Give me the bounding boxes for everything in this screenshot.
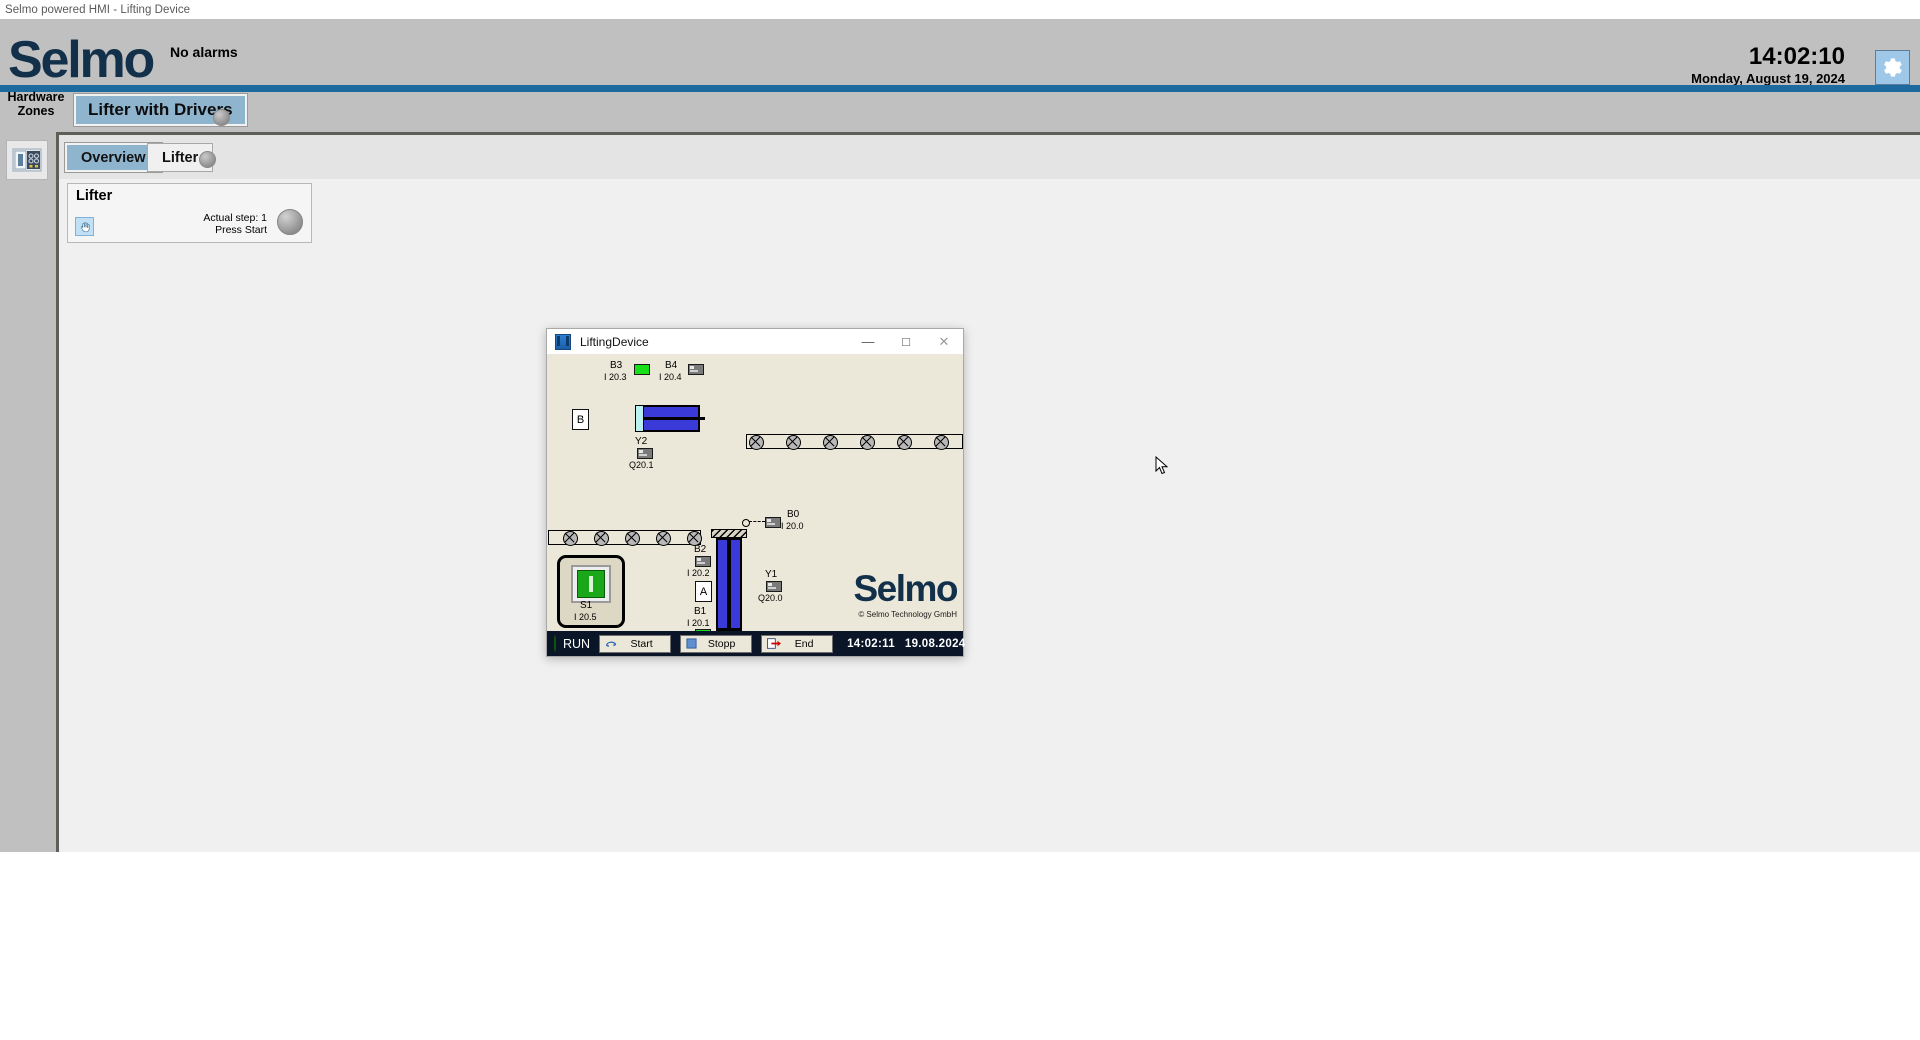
signal-address-s1: I 20.5 <box>574 612 597 622</box>
sim-clock-date: 19.08.2024 <box>904 637 966 650</box>
sim-window-title: LiftingDevice <box>580 334 649 349</box>
signal-label-b3: B3 <box>610 360 623 371</box>
signal-label-b0: B0 <box>787 509 800 520</box>
sensor-indicator-b4 <box>688 364 704 375</box>
signal-label-s1: S1 <box>580 600 593 611</box>
sim-start-label: Start <box>630 637 653 650</box>
run-label: RUN <box>563 636 591 651</box>
cylinder-label-b: B <box>572 409 589 430</box>
signal-address-y2: Q20.1 <box>629 460 654 470</box>
valve-indicator-y2 <box>637 448 653 459</box>
lifter-actual-step: Actual step: 1 <box>203 212 267 224</box>
signal-address-y1: Q20.0 <box>758 593 783 603</box>
cylinder-b-rod <box>643 417 705 420</box>
sim-stop-label: Stopp <box>707 637 736 650</box>
sim-end-label: End <box>794 637 814 650</box>
stop-icon <box>686 638 697 649</box>
header-clock-date: Monday, August 19, 2024 <box>1691 71 1845 86</box>
start-button-lamp <box>577 570 605 598</box>
lifter-card-title: Lifter <box>76 188 113 204</box>
lifter-status-indicator <box>277 209 303 235</box>
exit-icon <box>767 638 782 649</box>
sim-clock-time: 14:02:11 <box>847 637 895 650</box>
sensor-indicator-b2 <box>695 556 711 567</box>
app-icon <box>555 333 571 350</box>
roller <box>594 531 609 546</box>
maximize-button[interactable]: □ <box>887 329 925 354</box>
start-button-bezel <box>571 565 611 603</box>
signal-address-b1: I 20.1 <box>687 618 710 628</box>
lift-platform <box>711 529 747 538</box>
hardware-panel-icon <box>12 148 42 172</box>
signal-label-b1: B1 <box>694 606 707 617</box>
sim-start-button[interactable]: Start <box>599 634 672 653</box>
os-window-titlebar: Selmo powered HMI - Lifting Device <box>0 0 1920 19</box>
hardware-zones-label: Hardware Zones <box>6 90 66 118</box>
os-window-title: Selmo powered HMI - Lifting Device <box>5 3 191 16</box>
gear-icon <box>1884 58 1902 77</box>
sensor-indicator-b0 <box>765 517 781 528</box>
alarm-status-text: No alarms <box>170 44 238 60</box>
roller <box>563 531 578 546</box>
roller <box>656 531 671 546</box>
roller <box>934 435 949 450</box>
signal-address-b0: I 20.0 <box>781 521 804 531</box>
signal-label-b4: B4 <box>665 360 678 371</box>
sim-end-button[interactable]: End <box>761 634 834 653</box>
settings-button[interactable] <box>1875 50 1910 85</box>
cylinder-label-a: A <box>695 581 712 602</box>
roller <box>823 435 838 450</box>
hardware-zones-label-line1: Hardware <box>7 90 65 104</box>
lifter-status-card[interactable]: Lifter Actual step: 1 Press Start <box>67 183 312 243</box>
start-button-housing[interactable]: S1 I 20.5 <box>557 555 625 628</box>
run-led-icon <box>554 635 556 652</box>
sim-selmo-logo: Selmo <box>853 568 958 609</box>
header-clock-time: 14:02:10 <box>1748 43 1845 70</box>
lifting-device-window: LiftingDevice — □ ✕ B3 I 20.3 B4 I 20.4 … <box>546 328 966 657</box>
minimize-button[interactable]: — <box>849 329 887 354</box>
left-rail <box>0 132 56 852</box>
lifter-prompt: Press Start <box>215 224 267 236</box>
sim-window-titlebar[interactable]: LiftingDevice — □ ✕ <box>547 329 963 355</box>
roller <box>786 435 801 450</box>
hand-icon <box>80 221 89 232</box>
accent-divider <box>0 85 1920 92</box>
tab-strip: Overview Lifter <box>59 135 1920 179</box>
sim-stop-button[interactable]: Stopp <box>680 634 753 653</box>
hardware-zones-bar: Hardware Zones Lifter with Drivers <box>0 90 1920 132</box>
close-button[interactable]: ✕ <box>925 329 963 354</box>
roller <box>625 531 640 546</box>
sensor-wire-b0 <box>749 521 765 523</box>
content-panel: Overview Lifter Lifter Actual step: 1 Pr… <box>56 132 1920 852</box>
signal-address-b2: I 20.2 <box>687 568 710 578</box>
hardware-panel-button[interactable] <box>6 140 48 180</box>
hardware-zones-label-line2: Zones <box>17 104 55 118</box>
signal-address-b3: I 20.3 <box>604 372 627 382</box>
signal-label-b2: B2 <box>694 544 707 555</box>
signal-label-y2: Y2 <box>635 436 648 447</box>
simulation-canvas: B3 I 20.3 B4 I 20.4 B Y2 Q20.1 B0 I 20.0 <box>547 354 963 641</box>
roller <box>749 435 764 450</box>
start-icon <box>606 641 617 648</box>
sim-copyright: © Selmo Technology GmbH <box>858 610 957 619</box>
lifter-card-status: Actual step: 1 Press Start <box>203 212 267 236</box>
roller <box>897 435 912 450</box>
sim-status-bar: RUN Start Stopp End 14:02:11 19.08.2024 <box>547 631 966 656</box>
valve-indicator-y1 <box>766 581 782 592</box>
tab-status-indicator <box>199 151 216 168</box>
selmo-logo: Selmo <box>8 31 155 89</box>
signal-address-b4: I 20.4 <box>659 372 682 382</box>
conveyor-upper <box>746 434 963 449</box>
mouse-cursor <box>1155 456 1169 475</box>
cylinder-a-rod <box>727 538 731 636</box>
sensor-indicator-b3 <box>634 364 650 375</box>
signal-label-y1: Y1 <box>765 569 778 580</box>
zone-status-indicator <box>213 109 230 126</box>
manual-mode-button[interactable] <box>75 217 94 236</box>
hmi-header: Selmo No alarms 14:02:10 Monday, August … <box>0 19 1920 89</box>
roller <box>860 435 875 450</box>
